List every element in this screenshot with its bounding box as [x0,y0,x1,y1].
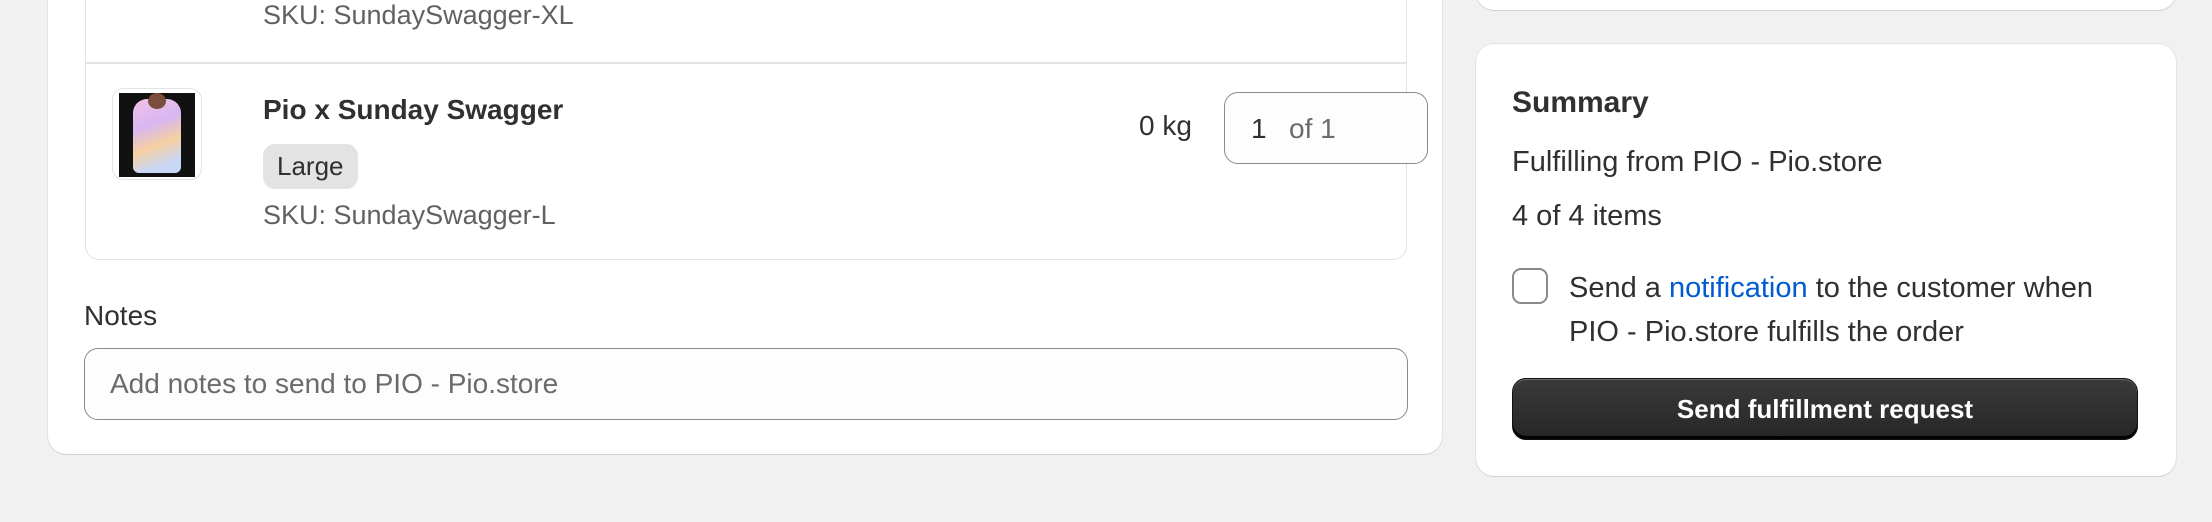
line-items-list: SKU: SundaySwagger-XL Pio x Sunday Swagg… [85,0,1428,260]
quantity-input[interactable]: 1 of 1 [1224,92,1428,164]
product-image [119,93,195,177]
summary-title: Summary [1512,86,1649,119]
summary-card: Summary Fulfilling from PIO - Pio.store … [1476,44,2176,476]
fulfillment-details-card [1476,0,2176,10]
previous-item-sku: SKU: SundaySwagger-XL [263,0,574,30]
variant-badge: Large [263,144,358,189]
item-divider [86,62,1406,64]
notify-customer-checkbox[interactable] [1512,268,1548,304]
fulfilling-from-text: Fulfilling from PIO - Pio.store [1512,146,1883,178]
quantity-value[interactable]: 1 [1251,113,1267,145]
shirt-image [133,99,181,173]
line-items-card: SKU: SundaySwagger-XL Pio x Sunday Swagg… [48,0,1442,454]
send-fulfillment-request-button[interactable]: Send fulfillment request [1512,378,2138,440]
quantity-total: of 1 [1289,113,1336,144]
product-weight: 0 kg [1139,110,1192,141]
items-count-text: 4 of 4 items [1512,200,1662,232]
product-thumbnail[interactable] [112,88,202,180]
notify-customer-label: Send a notification to the customer when… [1569,272,2093,348]
notes-label: Notes [84,300,158,331]
product-title[interactable]: Pio x Sunday Swagger [263,94,563,126]
notes-input[interactable] [84,348,1408,420]
notification-link[interactable]: notification [1669,272,1808,304]
product-sku: SKU: SundaySwagger-L [263,200,556,230]
